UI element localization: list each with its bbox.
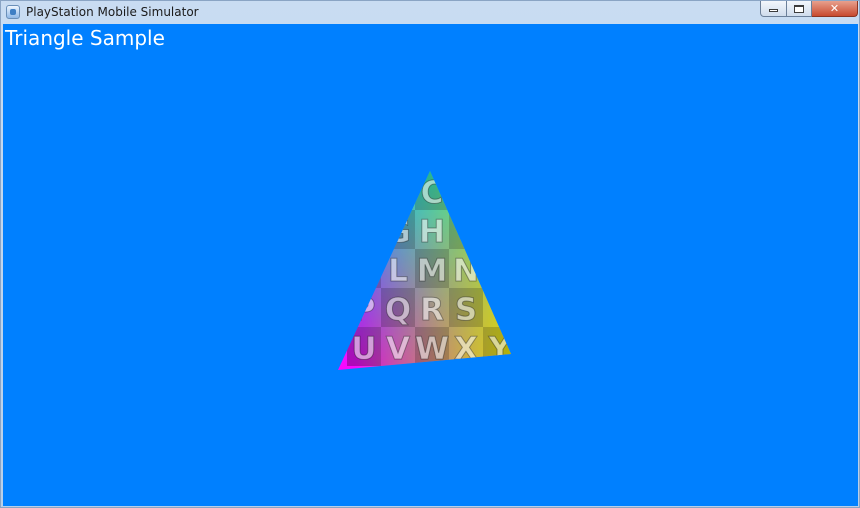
texture-letter: O	[487, 253, 513, 289]
window-controls: ✕	[760, 1, 858, 17]
maximize-button[interactable]	[787, 1, 812, 17]
minimize-icon	[769, 9, 778, 12]
texture-tile	[381, 171, 415, 210]
texture-letter: E	[489, 175, 510, 211]
texture-letter: V	[386, 331, 410, 367]
app-icon	[6, 5, 20, 19]
texture-letter: B	[386, 175, 410, 211]
window-title: PlayStation Mobile Simulator	[26, 5, 199, 19]
texture-tile	[483, 210, 511, 249]
texture-letter: X	[454, 331, 478, 367]
maximize-icon	[794, 4, 804, 13]
texture-tile	[347, 171, 381, 210]
texture-letter: K	[352, 253, 377, 289]
texture-letter: N	[453, 253, 479, 289]
texture-letter: Q	[385, 292, 411, 328]
texture-letter: G	[385, 214, 410, 250]
texture-letter: L	[388, 253, 408, 289]
texture-letter: D	[453, 175, 479, 211]
texture-letter: R	[420, 292, 444, 328]
texture-letter: S	[455, 292, 477, 328]
texture-letter: H	[419, 214, 445, 250]
textured-triangle: A B C D E F G H I J K L M N O P Q R S T U V W X Y	[338, 171, 513, 370]
texture-letter: C	[421, 175, 444, 211]
texture-tile	[449, 171, 483, 210]
texture-tile	[347, 249, 381, 288]
simulator-window: PlayStation Mobile Simulator ✕ Triangle …	[0, 0, 860, 508]
texture-letter: T	[489, 292, 510, 328]
texture-letter: M	[417, 253, 448, 289]
texture-letter: W	[415, 331, 449, 367]
texture-tile	[449, 210, 483, 249]
texture-tile	[483, 288, 511, 327]
texture-letter: F	[353, 214, 374, 250]
close-button[interactable]: ✕	[812, 1, 858, 17]
texture-letter: A	[352, 175, 376, 211]
texture-tile	[483, 171, 511, 210]
render-canvas[interactable]: Triangle Sample ABCDEFGHIJKLMNOPQRSTUV W…	[3, 24, 858, 506]
texture-letter: U	[351, 331, 376, 367]
close-icon: ✕	[829, 2, 840, 15]
texture-letter: Y	[488, 331, 512, 367]
texture-letter: I	[460, 214, 472, 250]
texture-letter: J	[492, 214, 506, 250]
title-bar[interactable]: PlayStation Mobile Simulator ✕	[1, 1, 859, 23]
texture-tile	[347, 210, 381, 249]
minimize-button[interactable]	[760, 1, 787, 17]
texture-letter: P	[353, 292, 376, 328]
texture-tile	[483, 249, 511, 288]
